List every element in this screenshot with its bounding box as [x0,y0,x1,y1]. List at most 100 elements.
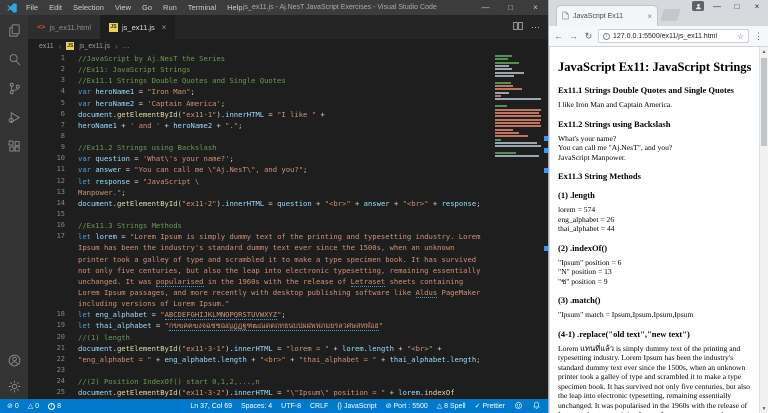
code-line[interactable]: 21document.getElementById("ex11-3-1").in… [28,343,548,354]
browser-scrollbar[interactable]: ▲ ▼ [759,47,768,413]
menu-run[interactable]: Run [163,3,177,12]
browser-close-button[interactable]: × [747,0,767,13]
code-line[interactable]: including versions of Lorem Ipsum." [28,298,548,309]
menu-terminal[interactable]: Terminal [188,3,216,12]
new-tab-button[interactable] [660,9,681,21]
line-number: 13 [28,187,78,198]
more-actions-icon[interactable]: ⋯ [531,22,541,33]
warnings-icon: △ [28,402,33,410]
code-line[interactable]: 8 [28,131,548,142]
code-line[interactable]: Lorem Ipsum passages, and more recently … [28,287,548,298]
menu-help[interactable]: Help [227,3,242,12]
line-number: 4 [28,86,78,97]
tab-js-ex11-js[interactable]: JS js_ex11.js × [100,15,175,39]
scroll-up-icon[interactable]: ▲ [760,47,768,56]
explorer-icon[interactable] [6,22,22,38]
code-line[interactable]: 23 [28,365,548,376]
browser-tab-close-icon[interactable]: × [647,12,652,21]
status-item[interactable] [514,401,523,412]
code-line[interactable]: printer took a galley of type and scramb… [28,254,548,265]
run-debug-icon[interactable] [6,109,22,125]
browser-maximize-button[interactable]: □ [727,0,747,13]
code-line[interactable]: 4var heroName1 = "Iron Man"; [28,86,548,97]
vscode-maximize-button[interactable]: □ [498,0,523,15]
code-line[interactable]: 9//Ex11.2 Strings using Backslash [28,142,548,153]
status-item[interactable] [532,401,541,412]
code-line[interactable]: 10var question = 'What\'s your name?'; [28,153,548,164]
menu-file[interactable]: File [26,3,38,12]
settings-gear-icon[interactable] [6,378,22,394]
profile-avatar-icon[interactable] [692,1,704,11]
reload-icon[interactable]: ↻ [583,31,594,42]
browser-tab[interactable]: JavaScript Ex11 × [556,5,658,26]
site-info-icon[interactable]: i [603,33,610,40]
code-line[interactable]: 24//(2) Position IndexOf() start 0,1,2,.… [28,376,548,387]
search-icon[interactable] [6,51,22,67]
menu-go[interactable]: Go [142,3,152,12]
breadcrumb-folder[interactable]: ex11 [39,43,54,50]
code-line[interactable]: 20//(1) length [28,332,548,343]
code-line[interactable]: 15 [28,209,548,220]
scroll-down-icon[interactable]: ▼ [760,404,768,413]
forward-icon[interactable]: → [568,31,579,41]
bookmark-star-icon[interactable]: ☆ [737,32,744,41]
browser-minimize-button[interactable]: — [707,0,727,13]
code-text: let lorem = "Lorem Ipsum is simply dummy… [78,231,548,242]
code-line[interactable]: 18let eng_alphabet = "ABCDEFGHIJKLMNOPQR… [28,309,548,320]
extensions-icon[interactable] [6,138,22,154]
menu-edit[interactable]: Edit [49,3,62,12]
vscode-minimize-button[interactable]: — [473,0,498,15]
browser-menu-icon[interactable]: ⋮ [753,31,764,42]
minimap-line [495,145,541,147]
code-line[interactable]: 5var heroName2 = 'Captain America'; [28,98,548,109]
menu-view[interactable]: View [115,3,131,12]
status-item[interactable]: ✓Prettier [475,402,505,410]
code-line[interactable]: 17let lorem = "Lorem Ipsum is simply dum… [28,231,548,242]
warnings-icon: △ [437,402,442,410]
code-line[interactable]: 19let thai_alphabet = "กขฃคฅฆงจฉชซฌญฎฏฐฑ… [28,320,548,331]
status-item[interactable]: Spaces: 4 [241,403,272,410]
status-item[interactable]: △0 [28,402,39,410]
status-item[interactable]: △8 Spell [437,402,466,410]
code-line[interactable]: 11var answer = "You can call me \"Aj.Nes… [28,164,548,175]
code-line[interactable]: 13Manpower."; [28,187,548,198]
status-item[interactable]: {}JavaScript [337,403,376,410]
code-line[interactable]: 6document.getElementById("ex11-1").inner… [28,109,548,120]
breadcrumb-file[interactable]: js_ex11.js [79,43,110,50]
status-item[interactable]: ⊘0 [7,402,19,410]
status-item[interactable]: UTF-8 [281,403,301,410]
vscode-window: File Edit Selection View Go Run Terminal Help j… [0,0,548,413]
status-item[interactable]: CRLF [310,403,328,410]
code-line[interactable]: not only five centuries, but also the le… [28,265,548,276]
code-line[interactable]: unchanged. It was popularised in the 196… [28,276,548,287]
status-label: 8 Spell [444,403,465,410]
status-item[interactable]: Ln 37, Col 69 [190,403,232,410]
code-line[interactable]: 16//Ex11.3 Strings Methods [28,220,548,231]
vscode-close-button[interactable]: × [523,0,548,15]
code-line[interactable]: 7heroName1 + ' and ' + heroName2 + "."; [28,120,548,131]
status-item[interactable]: ⊘Port : 5500 [386,402,428,410]
code-text: unchanged. It was popularised in the 196… [78,276,548,287]
scrollbar-thumb[interactable] [761,58,767,146]
split-editor-icon[interactable] [513,18,523,36]
back-icon[interactable]: ← [553,31,564,41]
code-line[interactable]: 14document.getElementById("ex11-2").inne… [28,198,548,209]
code-line[interactable]: 1//JavaScript by Aj.NesT the Series [28,53,548,64]
code-editor[interactable]: 1//JavaScript by Aj.NesT the Series2//Ex… [28,53,548,399]
code-line[interactable]: 3//Ex11.1 Strings Double Quotes and Sing… [28,75,548,86]
minimap[interactable] [495,55,541,159]
code-line[interactable]: 22"eng_alphabet = " + eng_alphabet.lengt… [28,354,548,365]
code-line[interactable]: 2//Ex11: JavaScript Strings [28,64,548,75]
breadcrumb-more[interactable]: … [123,43,130,50]
tab-close-icon[interactable]: × [162,23,167,32]
code-line[interactable]: Ipsum has been the industry's standard d… [28,242,548,253]
address-bar[interactable]: i 127.0.0.1:5500/ex11/js_ex11.html ☆ [598,29,749,43]
code-line[interactable]: 12let response = "JavaScript \ [28,176,548,187]
code-text: var heroName1 = "Iron Man"; [78,86,548,97]
source-control-icon[interactable] [6,80,22,96]
tab-js-ex11-html[interactable]: <> js_ex11.html [28,15,100,39]
account-icon[interactable] [6,352,22,368]
menu-selection[interactable]: Selection [73,3,104,12]
status-item[interactable]: i8 [48,402,61,410]
code-line[interactable]: 25document.getElementById("ex11-3-2").in… [28,387,548,398]
